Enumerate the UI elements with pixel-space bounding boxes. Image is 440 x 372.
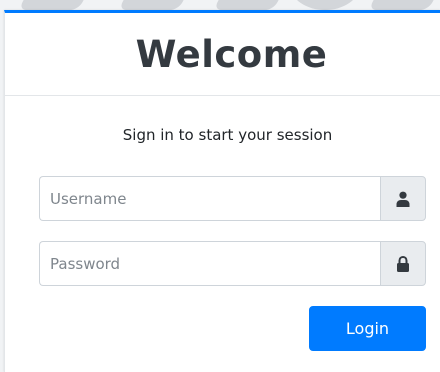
- lock-icon: [397, 255, 409, 272]
- username-addon: [380, 176, 426, 221]
- username-group: [39, 176, 426, 221]
- page-title: Welcome: [135, 32, 328, 76]
- background-shape: [213, 0, 297, 10]
- background-shape: [118, 0, 202, 10]
- password-addon: [380, 241, 426, 286]
- user-icon: [396, 191, 410, 207]
- card-header: Welcome: [5, 13, 440, 96]
- login-button[interactable]: Login: [309, 306, 426, 351]
- background-shape: [290, 0, 360, 10]
- password-input[interactable]: [39, 241, 380, 286]
- background-shape: [18, 0, 102, 10]
- login-message: Sign in to start your session: [122, 126, 333, 144]
- background-shape: [368, 0, 440, 10]
- username-input[interactable]: [39, 176, 380, 221]
- login-card: Welcome Sign in to start your session Lo…: [4, 10, 440, 372]
- password-group: [39, 241, 426, 286]
